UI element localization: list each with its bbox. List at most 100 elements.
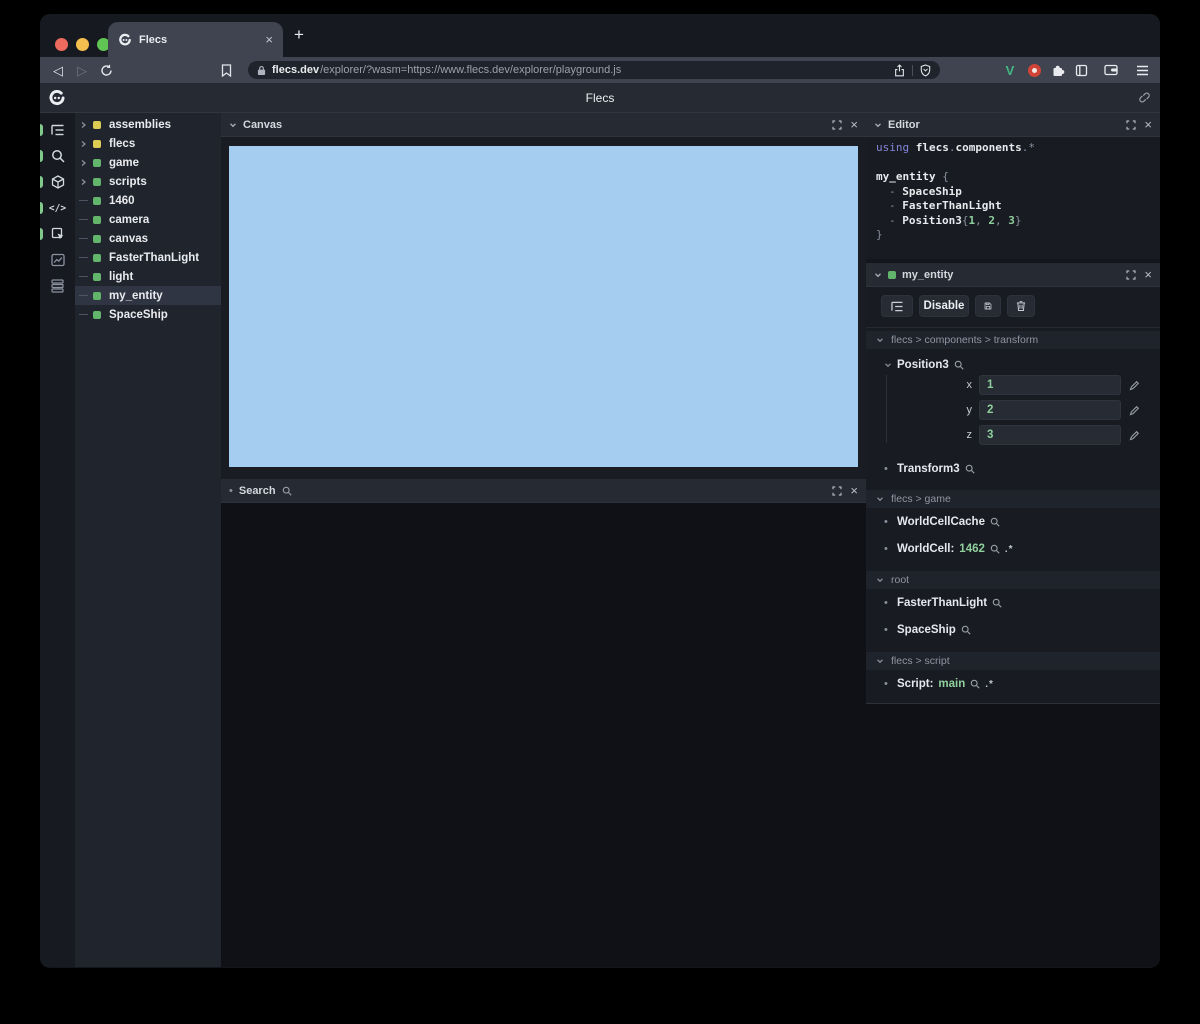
tree-item[interactable]: assemblies — [75, 115, 221, 134]
active-indicator — [40, 176, 43, 188]
fullscreen-icon[interactable] — [832, 119, 843, 130]
component-row-fasterthanlight[interactable]: • FasterThanLight — [866, 595, 1160, 611]
tree-item[interactable]: game — [75, 153, 221, 172]
tree-item[interactable]: FasterThanLight — [75, 248, 221, 267]
fullscreen-icon[interactable] — [1126, 269, 1137, 280]
tree-view-button[interactable] — [881, 295, 913, 317]
tree-item[interactable]: camera — [75, 210, 221, 229]
magnifier-icon[interactable] — [990, 544, 1000, 554]
component-row-position3[interactable]: Position3 — [866, 357, 1160, 373]
close-panel-icon[interactable]: × — [1144, 118, 1152, 131]
browser-toolbar: ◁ ▷ flecs.dev /explorer/?wasm=https://ww… — [40, 57, 1160, 83]
close-panel-icon[interactable]: × — [850, 484, 858, 497]
rail-entities-cube-icon[interactable] — [40, 169, 75, 195]
browser-tab-bar: Flecs × + — [40, 14, 1160, 57]
component-row-spaceship[interactable]: • SpaceShip — [866, 622, 1160, 638]
editor-panel-header[interactable]: Editor × — [866, 113, 1160, 137]
rail-query-search-icon[interactable] — [40, 143, 75, 169]
fullscreen-icon[interactable] — [832, 485, 843, 496]
render-canvas[interactable] — [229, 146, 858, 467]
rail-entity-tree-icon[interactable] — [40, 117, 75, 143]
edit-pencil-icon[interactable] — [1129, 380, 1140, 391]
z-value-input[interactable]: 3 — [979, 425, 1121, 445]
rail-code-icon[interactable]: </> — [40, 195, 75, 221]
wallet-icon[interactable] — [1102, 57, 1120, 83]
section-header-script[interactable]: flecs > script — [866, 652, 1160, 670]
section-path: flecs > script — [891, 655, 950, 667]
tree-item-label: my_entity — [109, 289, 163, 302]
chevron-down-icon — [877, 578, 883, 583]
new-tab-button[interactable]: + — [288, 23, 310, 47]
field-label: y — [966, 404, 973, 416]
minimize-window-button[interactable] — [76, 38, 89, 51]
tree-item[interactable]: flecs — [75, 134, 221, 153]
extensions-puzzle-icon[interactable] — [1050, 57, 1066, 83]
code-editor[interactable]: using flecs.components.* my_entity { - S… — [866, 137, 1160, 259]
magnifier-icon[interactable] — [990, 517, 1000, 527]
reload-button[interactable] — [98, 57, 114, 83]
x-value-input[interactable]: 1 — [979, 375, 1121, 395]
magnifier-icon[interactable] — [970, 679, 980, 689]
magnifier-icon[interactable] — [961, 625, 971, 635]
url-bar[interactable]: flecs.dev /explorer/?wasm=https://www.fl… — [248, 61, 940, 79]
expand-chevron-icon — [81, 178, 87, 185]
magnifier-icon[interactable] — [965, 464, 975, 474]
leaf-dash-icon — [79, 219, 88, 220]
close-panel-icon[interactable]: × — [850, 118, 858, 131]
component-row-transform3[interactable]: • Transform3 — [866, 461, 1160, 477]
delete-button[interactable] — [1007, 295, 1035, 317]
tree-item-selected[interactable]: my_entity — [75, 286, 221, 305]
section-path: root — [891, 574, 910, 586]
active-indicator — [40, 228, 43, 240]
tab-close-icon[interactable]: × — [265, 33, 273, 46]
component-row-worldcell[interactable]: • WorldCell: 1462 .* — [866, 541, 1160, 557]
disable-button[interactable]: Disable — [919, 295, 969, 317]
fullscreen-icon[interactable] — [1126, 119, 1137, 130]
tree-item[interactable]: 1460 — [75, 191, 221, 210]
search-panel-header[interactable]: • Search × — [221, 479, 866, 503]
share-link-icon[interactable] — [1138, 91, 1151, 104]
menu-hamburger-icon[interactable] — [1134, 57, 1150, 83]
save-button[interactable] — [975, 295, 1001, 317]
y-value-input[interactable]: 2 — [979, 400, 1121, 420]
entity-color-square — [93, 310, 101, 319]
browser-tab[interactable]: Flecs × — [108, 22, 283, 57]
inspector-panel-header[interactable]: my_entity × — [866, 263, 1160, 287]
brave-shield-icon[interactable] — [920, 63, 931, 77]
lock-icon — [257, 65, 266, 76]
tree-item[interactable]: canvas — [75, 229, 221, 248]
url-domain: flecs.dev — [272, 64, 320, 76]
back-button[interactable]: ◁ — [50, 57, 66, 83]
rail-stats-chart-icon[interactable] — [40, 247, 75, 273]
search-panel-body — [221, 503, 866, 967]
adblock-extension-icon[interactable] — [1026, 57, 1042, 83]
section-header-transform[interactable]: flecs > components > transform — [866, 331, 1160, 349]
rail-database-icon[interactable] — [40, 273, 75, 299]
right-column-filler — [866, 704, 1160, 967]
magnifier-icon[interactable] — [992, 598, 1002, 608]
vue-devtools-extension-icon[interactable]: V — [1002, 57, 1018, 83]
left-icon-rail: </> — [40, 113, 75, 967]
bookmark-icon[interactable] — [218, 57, 234, 83]
magnifier-icon[interactable] — [954, 360, 964, 370]
canvas-panel-header[interactable]: Canvas × — [221, 113, 866, 137]
section-header-game[interactable]: flecs > game — [866, 490, 1160, 508]
tree-item[interactable]: SpaceShip — [75, 305, 221, 324]
edit-pencil-icon[interactable] — [1129, 405, 1140, 416]
close-window-button[interactable] — [55, 38, 68, 51]
forward-button[interactable]: ▷ — [74, 57, 90, 83]
tree-item[interactable]: light — [75, 267, 221, 286]
tree-item[interactable]: scripts — [75, 172, 221, 191]
bullet-icon: • — [884, 678, 888, 690]
leaf-dash-icon — [79, 238, 88, 239]
component-row-script[interactable]: • Script: main .* — [866, 676, 1160, 692]
tree-item-label: 1460 — [109, 194, 135, 207]
chevron-down-icon — [877, 659, 883, 664]
rail-inspect-icon[interactable] — [40, 221, 75, 247]
share-icon[interactable] — [894, 63, 905, 77]
component-row-worldcellcache[interactable]: • WorldCellCache — [866, 514, 1160, 530]
section-header-root[interactable]: root — [866, 571, 1160, 589]
edit-pencil-icon[interactable] — [1129, 430, 1140, 441]
close-panel-icon[interactable]: × — [1144, 268, 1152, 281]
sidebar-toggle-icon[interactable] — [1073, 57, 1089, 83]
